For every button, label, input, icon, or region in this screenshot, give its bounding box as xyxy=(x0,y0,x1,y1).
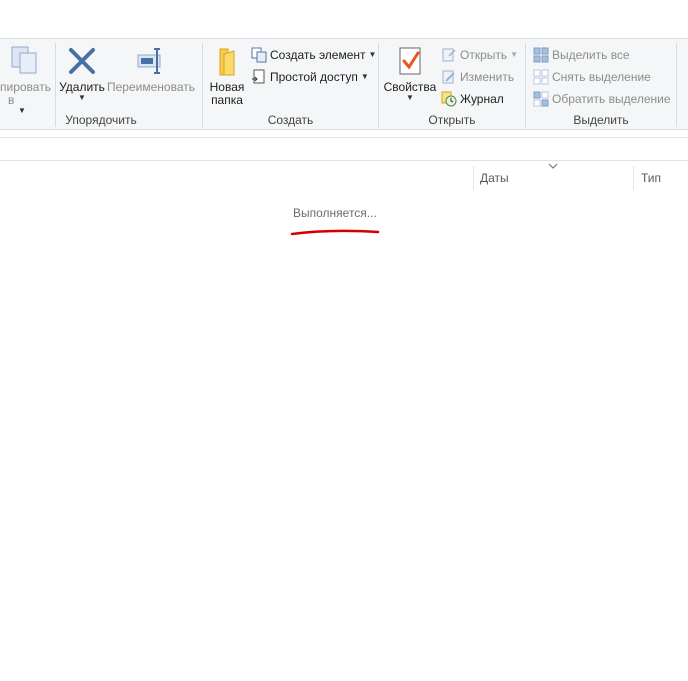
ribbon-group-label: Создать xyxy=(267,113,314,127)
invert-selection-button[interactable]: Обратить выделение xyxy=(533,90,671,108)
new-item-label: Создать элемент xyxy=(270,48,366,62)
rename-label: Переименовать xyxy=(107,80,195,94)
group-separator xyxy=(676,43,677,127)
new-folder-icon xyxy=(219,48,235,76)
address-bar[interactable] xyxy=(0,137,688,161)
loading-status: Выполняется... xyxy=(293,206,377,220)
select-all-button[interactable]: Выделить все xyxy=(533,46,630,64)
easy-access-label: Простой доступ xyxy=(270,70,358,84)
copy-to-label-2: в xyxy=(8,93,15,107)
history-label: Журнал xyxy=(460,92,504,106)
ribbon-group-label: Выделить xyxy=(573,113,629,127)
rename-icon xyxy=(137,48,161,74)
chevron-down-icon: ▼ xyxy=(406,93,414,102)
open-label: Открыть xyxy=(460,48,508,62)
column-header-type[interactable]: Тип xyxy=(641,166,661,190)
new-folder-label-2: папка xyxy=(211,93,243,107)
open-icon xyxy=(442,48,456,62)
select-none-label: Снять выделение xyxy=(552,70,651,84)
ribbon-group-select: Выделить все Снять выделение Обратить вы… xyxy=(526,39,676,130)
select-none-button[interactable]: Снять выделение xyxy=(533,68,651,86)
chevron-down-icon: ▼ xyxy=(510,50,519,59)
title-bar xyxy=(0,0,688,38)
ribbon-group-label: Упорядочить xyxy=(65,113,137,127)
invert-selection-icon xyxy=(533,91,549,107)
invert-selection-label: Обратить выделение xyxy=(552,92,671,106)
history-clock-icon xyxy=(441,91,457,107)
column-divider[interactable] xyxy=(633,166,634,190)
ribbon-group-create: Новая папка Создать элемент ▼ Простой до… xyxy=(203,39,378,130)
new-folder-button[interactable]: Новая папка xyxy=(207,45,247,107)
chevron-down-icon: ▼ xyxy=(368,50,377,59)
new-item-button[interactable]: Создать элемент ▼ xyxy=(251,46,376,64)
select-none-icon xyxy=(533,69,549,85)
copy-to-button[interactable]: пировать в ▼ xyxy=(0,45,52,115)
ribbon-group-organize: пировать в ▼ Удалить ▼ Переименовать Упо… xyxy=(0,39,202,130)
history-button[interactable]: Журнал xyxy=(441,90,504,108)
delete-button[interactable]: Удалить ▼ xyxy=(58,45,106,102)
easy-access-button[interactable]: Простой доступ ▼ xyxy=(251,68,369,86)
properties-button[interactable]: Свойства ▼ xyxy=(383,45,437,102)
open-button[interactable]: Открыть ▼ xyxy=(441,46,518,64)
ribbon-group-label: Открыть xyxy=(428,113,476,127)
red-underline-annotation xyxy=(290,229,380,236)
chevron-down-icon: ▼ xyxy=(360,72,369,81)
ribbon-group-open: Свойства ▼ Открыть ▼ Изменить Журнал Отк… xyxy=(379,39,525,130)
sort-chevron-icon[interactable] xyxy=(548,162,558,170)
chevron-down-icon: ▼ xyxy=(78,93,86,102)
easy-access-icon xyxy=(252,69,265,84)
edit-button[interactable]: Изменить xyxy=(441,68,514,86)
ribbon: пировать в ▼ Удалить ▼ Переименовать Упо… xyxy=(0,38,688,130)
column-divider[interactable] xyxy=(473,166,474,190)
properties-check-icon xyxy=(399,47,421,75)
copy-to-icon xyxy=(11,46,37,74)
rename-button[interactable]: Переименовать xyxy=(106,45,196,94)
edit-pencil-icon xyxy=(442,70,455,84)
delete-x-icon xyxy=(69,48,95,74)
new-item-icon xyxy=(251,47,267,63)
edit-label: Изменить xyxy=(460,70,515,84)
select-all-icon xyxy=(533,47,549,63)
select-all-label: Выделить все xyxy=(552,48,630,62)
column-header-date[interactable]: Даты xyxy=(480,166,509,190)
